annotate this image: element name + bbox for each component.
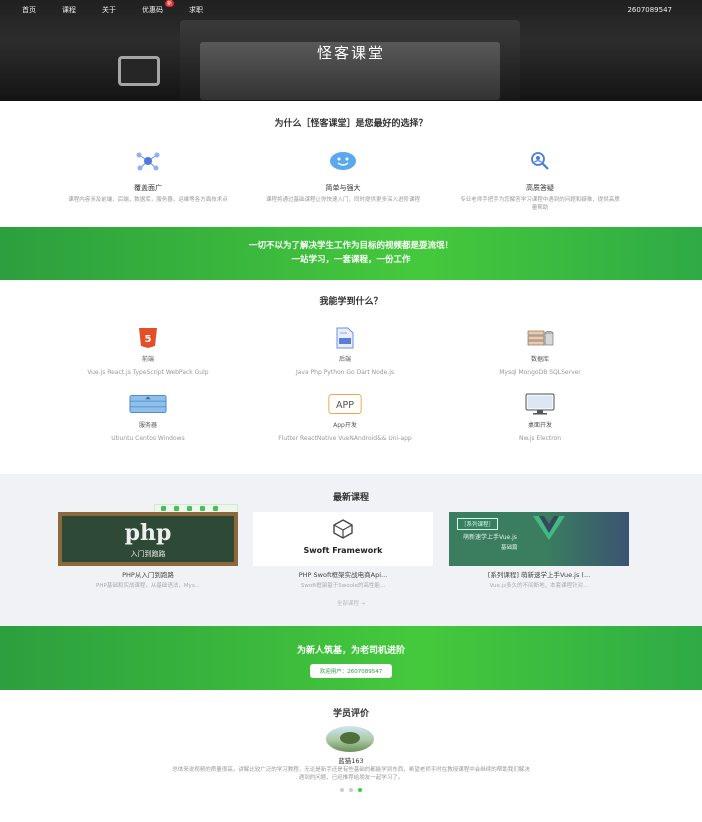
slogan-line-1: 一切不以为了解决学生工作为目标的视频都是耍流氓！ — [248, 241, 453, 251]
course-desc: Vue.js多久的不间断地，本套课程针对... — [489, 583, 589, 589]
monitor-icon — [521, 392, 559, 416]
vue-thumb-tag: ［系列课程］ — [457, 518, 499, 530]
svg-text:5: 5 — [145, 334, 152, 345]
course-title: PHP Swoft框架实战电商Api... — [298, 571, 388, 579]
app-icon-label: APP — [336, 400, 354, 411]
toolbar-icon[interactable] — [213, 506, 218, 511]
skill-database[interactable]: 数据库 Mysql MongoDB SQLServer — [440, 326, 640, 377]
feature-coverage: 覆盖面广 课程内容涉及前端，后端，数据库，服务器，运维等各方面技术点 — [58, 147, 238, 204]
course-thumbnail: ［系列课程］ 萌新速学上手Vue.js 基础篇 — [449, 512, 629, 566]
nav-coupon-label: 优惠码 — [142, 6, 163, 14]
skill-desc: Ubuntu Centos Windows — [111, 435, 185, 442]
skill-name: App开发 — [333, 422, 357, 429]
app-icon: APP — [326, 392, 364, 416]
avatar — [326, 726, 374, 752]
toolbar-icon[interactable] — [187, 506, 192, 511]
slogan-band: 一切不以为了解决学生工作为目标的视频都是耍流氓！ 一站学习，一套课程，一份工作 — [0, 227, 702, 280]
toolbar-icon[interactable] — [174, 506, 179, 511]
course-thumbnail: Swoft Framework — [253, 512, 433, 566]
php-thumb-title: php — [124, 520, 172, 546]
skill-server[interactable]: 服务器 Ubuntu Centos Windows — [48, 392, 248, 443]
all-courses-link[interactable]: 全部课程 → — [0, 599, 702, 607]
skill-app[interactable]: APP App开发 Flutter ReactNative VueNAndroi… — [245, 392, 445, 443]
review-text: 总体来说视频的质量很高，讲解比较广泛的学习教程，无论是新手还是有些基础的都能学到… — [172, 767, 530, 781]
user-account[interactable]: 2607089547 — [627, 6, 672, 14]
vue-logo-icon — [533, 516, 565, 540]
php-thumb-subtitle: 入门到跑路 — [130, 550, 166, 558]
swoft-thumb-title: Swoft Framework — [303, 546, 383, 555]
vue-thumb-line2: 基础篇 — [501, 545, 518, 551]
slogan-line-2: 一站学习，一套课程，一份工作 — [291, 255, 411, 265]
skill-name: 前端 — [141, 356, 154, 363]
toolbar-icon[interactable] — [200, 506, 205, 511]
why-title: 为什么［怪客课堂］是您最好的选择？ — [274, 119, 428, 129]
reviewer-name: 蓝猫163 — [338, 757, 364, 765]
skill-desktop[interactable]: 桌面开发 Nw.js Electron — [440, 392, 640, 443]
skill-desc: Vue.js React.js TypeScript WebPack Gulp — [87, 369, 209, 376]
carousel-dot[interactable] — [340, 788, 344, 792]
promo-title: 为新人筑基，为老司机进阶 — [296, 646, 405, 656]
nav-courses[interactable]: 课程 — [62, 5, 76, 15]
course-desc: Swoft框架基于Swoole的高性能... — [300, 583, 386, 589]
skill-name: 数据库 — [530, 356, 549, 363]
hero-banner: 首页 课程 关于 优惠码 新 求职 2607089547 怪客课堂 — [0, 0, 702, 101]
new-badge: 新 — [164, 0, 174, 7]
skill-desc: Java Php Python Go Dart Node.js — [295, 369, 395, 376]
course-card-vue[interactable]: ［系列课程］ 萌新速学上手Vue.js 基础篇 [系列课程] 萌新速学上手Vue… — [449, 512, 629, 589]
html5-icon: 5 — [129, 326, 167, 350]
feature-desc: 专业老师手把手为您解答学习课程中遇到的问题和疑难，提供高质量帮助 — [460, 197, 620, 211]
skill-desc: Nw.js Electron — [518, 435, 562, 442]
nav-jobs[interactable]: 求职 — [189, 5, 203, 15]
hero-title: 怪客课堂 — [316, 44, 385, 62]
feature-desc: 课程内容涉及前端，后端，数据库，服务器，运维等各方面技术点 — [68, 197, 228, 203]
smile-icon — [329, 147, 357, 175]
skill-name: 后端 — [338, 356, 351, 363]
nav-coupon[interactable]: 优惠码 新 — [142, 0, 174, 15]
search-user-icon — [526, 147, 554, 175]
toolbar-icon[interactable] — [161, 506, 166, 511]
carousel-dots — [340, 788, 362, 792]
skill-backend[interactable]: 后端 Java Php Python Go Dart Node.js — [245, 326, 445, 377]
feature-name: 覆盖面广 — [134, 184, 162, 192]
skill-frontend[interactable]: 5 前端 Vue.js React.js TypeScript WebPack … — [48, 326, 248, 377]
page: 首页 课程 关于 优惠码 新 求职 2607089547 怪客课堂 为什么［怪客… — [0, 0, 702, 822]
course-thumbnail: php 入门到跑路 — [58, 512, 238, 566]
skill-name: 服务器 — [138, 422, 157, 429]
database-icon — [521, 326, 559, 350]
php-file-icon — [326, 326, 364, 350]
skill-name: 桌面开发 — [527, 422, 552, 429]
vue-thumb-line1: 萌新速学上手Vue.js — [463, 534, 517, 541]
network-icon — [134, 147, 162, 175]
course-title: [系列课程] 萌新速学上手Vue.js (... — [487, 571, 591, 579]
course-title: PHP从入门到跑路 — [122, 571, 174, 579]
top-nav: 首页 课程 关于 优惠码 新 求职 2607089547 — [0, 0, 702, 20]
feature-simple: 简单与强大 课程将通过基础课程让你快速入门，同时提供更多深入进阶课程 — [253, 147, 433, 204]
course-card-php[interactable]: php 入门到跑路 PHP从入门到跑路 PHP基础和实战课程，从基础语法，Mys… — [58, 512, 238, 589]
nav-about[interactable]: 关于 — [102, 5, 116, 15]
courses-title: 最新课程 — [332, 493, 369, 503]
carousel-dot[interactable] — [349, 788, 353, 792]
welcome-user-button[interactable]: 欢迎用户：2607089547 — [309, 664, 393, 678]
feature-desc: 课程将通过基础课程让你快速入门，同时提供更多深入进阶课程 — [265, 197, 420, 203]
reviews-title: 学员评价 — [332, 709, 369, 719]
nav-home[interactable]: 首页 — [22, 5, 36, 15]
feature-qa: 高质答疑 专业老师手把手为您解答学习课程中遇到的问题和疑难，提供高质量帮助 — [450, 147, 630, 212]
server-icon — [129, 392, 167, 416]
course-desc: PHP基础和实战课程，从基础语法，Mys... — [96, 583, 200, 589]
feature-name: 简单与强大 — [325, 184, 361, 192]
feature-name: 高质答疑 — [526, 184, 554, 192]
skill-desc: Mysql MongoDB SQLServer — [499, 369, 581, 376]
promo-band: 为新人筑基，为老司机进阶 欢迎用户：2607089547 — [0, 626, 702, 690]
learn-title: 我能学到什么？ — [319, 297, 383, 307]
latest-courses: 最新课程 php 入门到跑路 PHP从入门到跑路 PHP基础和实战课程，从基础语… — [0, 474, 702, 626]
carousel-dot-active[interactable] — [358, 788, 362, 792]
skill-desc: Flutter ReactNative VueNAndroid&& Uni-ap… — [278, 435, 412, 442]
course-card-swoft[interactable]: Swoft Framework PHP Swoft框架实战电商Api... Sw… — [253, 512, 433, 589]
swoft-logo-icon — [333, 519, 353, 539]
